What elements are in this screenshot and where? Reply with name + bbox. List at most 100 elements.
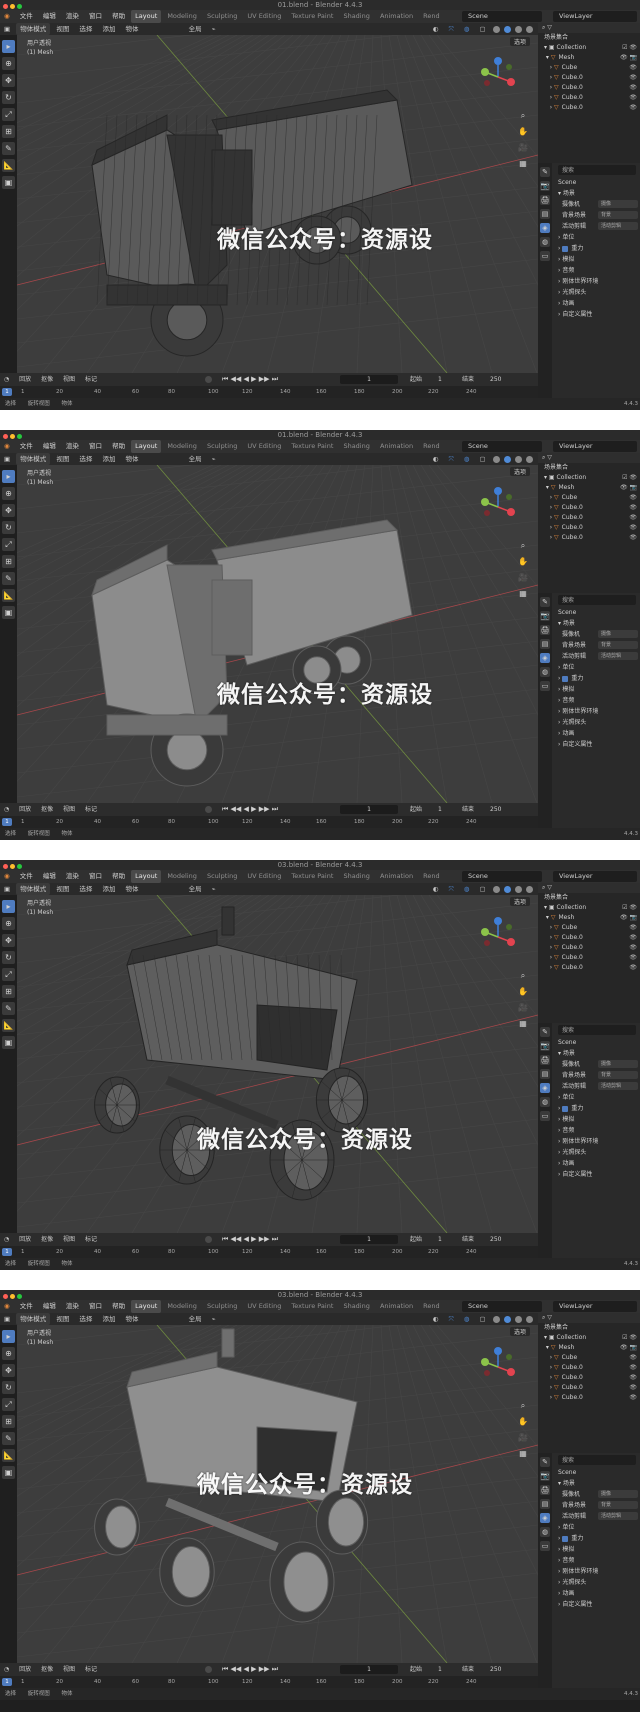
section-simulation[interactable]: › 模拟 bbox=[554, 1544, 640, 1555]
playback-menu[interactable]: 回放 bbox=[15, 803, 35, 816]
section-custom-props[interactable]: › 自定义属性 bbox=[554, 739, 640, 750]
object-menu[interactable]: 物体 bbox=[122, 23, 143, 35]
mode-dropdown[interactable]: 物体模式 bbox=[16, 23, 51, 35]
outliner-search[interactable]: ⌕ ▽ bbox=[538, 883, 640, 893]
tab-shading[interactable]: Shading bbox=[339, 440, 373, 453]
cursor-tool-icon[interactable]: ⊕ bbox=[2, 487, 15, 500]
move-tool-icon[interactable]: ✥ bbox=[2, 74, 15, 87]
outliner-item[interactable]: › ▽ Cube.0 👁 bbox=[538, 503, 640, 513]
section-animation[interactable]: › 动画 bbox=[554, 298, 640, 309]
rotate-tool-icon[interactable]: ↻ bbox=[2, 91, 15, 104]
collection-props-icon[interactable]: ▭ bbox=[540, 681, 550, 691]
snap-icon[interactable]: ⌁ bbox=[208, 883, 220, 895]
gravity-checkbox[interactable] bbox=[562, 245, 569, 252]
material-shading-icon[interactable] bbox=[514, 455, 522, 463]
3d-model[interactable] bbox=[17, 35, 538, 373]
view-layer-selector[interactable]: ViewLayer bbox=[553, 441, 637, 452]
section-scene[interactable]: ▾ 场景 bbox=[554, 1048, 640, 1059]
collection-row[interactable]: ▾ ▣ Collection ☑ 👁 bbox=[538, 473, 640, 483]
cursor-tool-icon[interactable]: ⊕ bbox=[2, 1347, 15, 1360]
marker-menu[interactable]: 标记 bbox=[81, 1233, 101, 1246]
outliner-item[interactable]: › ▽ Cube.0 👁 bbox=[538, 963, 640, 973]
3d-model[interactable] bbox=[17, 895, 538, 1233]
menu-window[interactable]: 窗口 bbox=[85, 870, 106, 883]
outliner-item[interactable]: › ▽ Cube.0 👁 bbox=[538, 943, 640, 953]
tab-layout[interactable]: Layout bbox=[131, 1300, 162, 1313]
select-menu[interactable]: 选择 bbox=[75, 1313, 96, 1325]
active-clip-field[interactable]: 活动剪辑 活动剪辑 bbox=[554, 1081, 640, 1092]
add-cube-tool-icon[interactable]: ▣ bbox=[2, 1036, 15, 1049]
tab-rendering[interactable]: Rend bbox=[419, 10, 443, 23]
blender-logo-icon[interactable]: ◉ bbox=[0, 1300, 14, 1313]
scale-tool-icon[interactable]: ⤢ bbox=[2, 108, 15, 121]
scene-props-icon[interactable]: ◈ bbox=[540, 653, 550, 663]
scene-selector[interactable]: Scene bbox=[462, 11, 542, 22]
end-frame-field[interactable]: 250 bbox=[490, 1665, 501, 1674]
add-cube-tool-icon[interactable]: ▣ bbox=[2, 176, 15, 189]
auto-key-icon[interactable] bbox=[205, 1236, 212, 1243]
orientation-dropdown[interactable]: 全局 bbox=[185, 1313, 206, 1325]
transform-tool-icon[interactable]: ⊞ bbox=[2, 125, 15, 138]
menu-file[interactable]: 文件 bbox=[16, 870, 37, 883]
tool-props-icon[interactable]: ✎ bbox=[540, 1457, 550, 1467]
tab-shading[interactable]: Shading bbox=[339, 870, 373, 883]
section-light-probes[interactable]: › 光照探头 bbox=[554, 287, 640, 298]
timeline-ruler[interactable]: 1 1 20 40 60 80 100 120 140 160 180 200 220 240 bbox=[0, 1246, 538, 1258]
scale-tool-icon[interactable]: ⤢ bbox=[2, 968, 15, 981]
outliner-item[interactable]: › ▽ Cube.0 👁 bbox=[538, 1373, 640, 1383]
rotate-tool-icon[interactable]: ↻ bbox=[2, 521, 15, 534]
section-units[interactable]: › 单位 bbox=[554, 662, 640, 673]
world-props-icon[interactable]: ◍ bbox=[540, 1097, 550, 1107]
gizmo-toggle-icon[interactable]: ⤧ bbox=[445, 1313, 458, 1325]
tab-animation[interactable]: Animation bbox=[376, 870, 417, 883]
view-menu[interactable]: 视图 bbox=[52, 883, 73, 895]
add-cube-tool-icon[interactable]: ▣ bbox=[2, 1466, 15, 1479]
overlay-toggle-icon[interactable]: ◍ bbox=[460, 883, 474, 895]
add-menu[interactable]: 添加 bbox=[98, 1313, 119, 1325]
properties-search[interactable]: 搜索 bbox=[558, 595, 636, 605]
section-units[interactable]: › 单位 bbox=[554, 1522, 640, 1533]
mode-dropdown[interactable]: 物体模式 bbox=[16, 453, 51, 465]
tab-texture-paint[interactable]: Texture Paint bbox=[287, 440, 337, 453]
background-scene-field[interactable]: 背景场景 背景 bbox=[554, 210, 640, 221]
measure-tool-icon[interactable]: 📐 bbox=[2, 1019, 15, 1032]
scene-datablock[interactable]: Scene bbox=[554, 1467, 640, 1478]
measure-tool-icon[interactable]: 📐 bbox=[2, 1449, 15, 1462]
editor-type-icon[interactable]: ▣ bbox=[0, 453, 14, 465]
rendered-shading-icon[interactable] bbox=[526, 455, 533, 463]
menu-file[interactable]: 文件 bbox=[16, 1300, 37, 1313]
editor-type-icon[interactable]: ▣ bbox=[0, 883, 14, 895]
mesh-row[interactable]: ▾ ▽ Mesh 👁 📷 bbox=[538, 1343, 640, 1353]
mesh-row[interactable]: ▾ ▽ Mesh 👁 📷 bbox=[538, 913, 640, 923]
scene-datablock[interactable]: Scene bbox=[554, 1037, 640, 1048]
move-tool-icon[interactable]: ✥ bbox=[2, 504, 15, 517]
section-audio[interactable]: › 音频 bbox=[554, 1555, 640, 1566]
menu-edit[interactable]: 编辑 bbox=[39, 440, 60, 453]
output-props-icon[interactable]: 🖨 bbox=[540, 1055, 550, 1065]
tab-animation[interactable]: Animation bbox=[376, 10, 417, 23]
playback-menu[interactable]: 回放 bbox=[15, 1233, 35, 1246]
transform-tool-icon[interactable]: ⊞ bbox=[2, 555, 15, 568]
render-props-icon[interactable]: 📷 bbox=[540, 1041, 550, 1051]
scale-tool-icon[interactable]: ⤢ bbox=[2, 538, 15, 551]
collection-row[interactable]: ▾ ▣ Collection ☑ 👁 bbox=[538, 903, 640, 913]
tab-sculpting[interactable]: Sculpting bbox=[203, 440, 241, 453]
gizmo-toggle-icon[interactable]: ⤧ bbox=[445, 883, 458, 895]
cursor-tool-icon[interactable]: ⊕ bbox=[2, 57, 15, 70]
mode-dropdown[interactable]: 物体模式 bbox=[16, 883, 51, 895]
menu-file[interactable]: 文件 bbox=[16, 440, 37, 453]
transform-tool-icon[interactable]: ⊞ bbox=[2, 985, 15, 998]
start-frame-field[interactable]: 1 bbox=[438, 1235, 442, 1244]
tab-animation[interactable]: Animation bbox=[376, 440, 417, 453]
tab-texture-paint[interactable]: Texture Paint bbox=[287, 1300, 337, 1313]
xray-icon[interactable]: ▢ bbox=[476, 23, 490, 35]
menu-window[interactable]: 窗口 bbox=[85, 10, 106, 23]
gizmo-toggle-icon[interactable]: ⤧ bbox=[445, 23, 458, 35]
xray-icon[interactable]: ▢ bbox=[476, 453, 490, 465]
scene-collection[interactable]: 场景集合 bbox=[538, 33, 640, 43]
menu-help[interactable]: 帮助 bbox=[108, 440, 129, 453]
rendered-shading-icon[interactable] bbox=[526, 1315, 533, 1323]
tab-modeling[interactable]: Modeling bbox=[163, 440, 201, 453]
section-custom-props[interactable]: › 自定义属性 bbox=[554, 309, 640, 320]
scene-selector[interactable]: Scene bbox=[462, 871, 542, 882]
